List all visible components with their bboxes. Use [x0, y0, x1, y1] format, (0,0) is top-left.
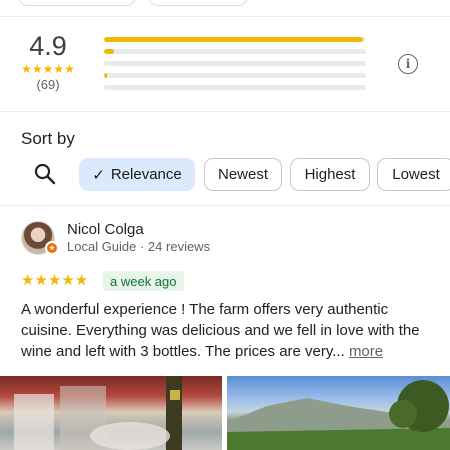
rating-bar-1	[104, 85, 366, 90]
rating-bar-3	[104, 61, 366, 66]
more-link[interactable]: more	[349, 343, 383, 360]
review-stars: ★★★★★	[21, 272, 89, 289]
rating-bar-fill	[104, 37, 364, 42]
review-photo[interactable]	[0, 376, 222, 450]
sort-chip-newest[interactable]: Newest	[204, 158, 282, 191]
review-count: (69)	[36, 77, 60, 92]
sort-chip-label: Newest	[217, 166, 269, 183]
search-icon[interactable]	[32, 161, 58, 187]
sort-chip-label: Highest	[304, 166, 356, 183]
check-icon: ✓	[92, 166, 105, 184]
sort-chip-label: Lowest	[392, 166, 440, 183]
sort-chip-relevance[interactable]: ✓ Relevance	[79, 158, 195, 191]
rating-summary: 4.9 ★★★★★ (69)	[12, 32, 84, 92]
sort-chip-label: Relevance	[110, 166, 182, 183]
review-photo[interactable]	[227, 376, 450, 450]
top-filter-chip[interactable]	[148, 0, 248, 6]
average-rating: 4.9	[29, 31, 67, 61]
reviewer-name[interactable]: Nicol Colga	[67, 221, 144, 238]
divider	[0, 111, 450, 112]
top-filter-chip[interactable]	[18, 0, 136, 6]
local-guide-badge-icon: ★	[45, 241, 59, 255]
rating-bar-fill	[104, 49, 115, 54]
rating-bar-2	[104, 73, 366, 78]
sort-by-label: Sort by	[21, 129, 75, 148]
sort-chip-highest[interactable]: Highest	[290, 158, 370, 191]
rating-bar-5	[104, 37, 366, 42]
rating-distribution	[104, 37, 366, 97]
reviewer-meta: Local Guide · 24 reviews	[67, 239, 211, 254]
review-time-badge: a week ago	[103, 271, 184, 291]
rating-stars: ★★★★★	[21, 62, 75, 76]
rating-bar-4	[104, 49, 366, 54]
sort-chip-lowest[interactable]: Lowest	[377, 158, 450, 191]
divider	[0, 205, 450, 206]
review-text: A wonderful experience ! The farm offers…	[21, 299, 435, 362]
rating-bar-fill	[104, 73, 107, 78]
divider	[0, 16, 450, 17]
info-icon[interactable]: i	[398, 54, 418, 74]
